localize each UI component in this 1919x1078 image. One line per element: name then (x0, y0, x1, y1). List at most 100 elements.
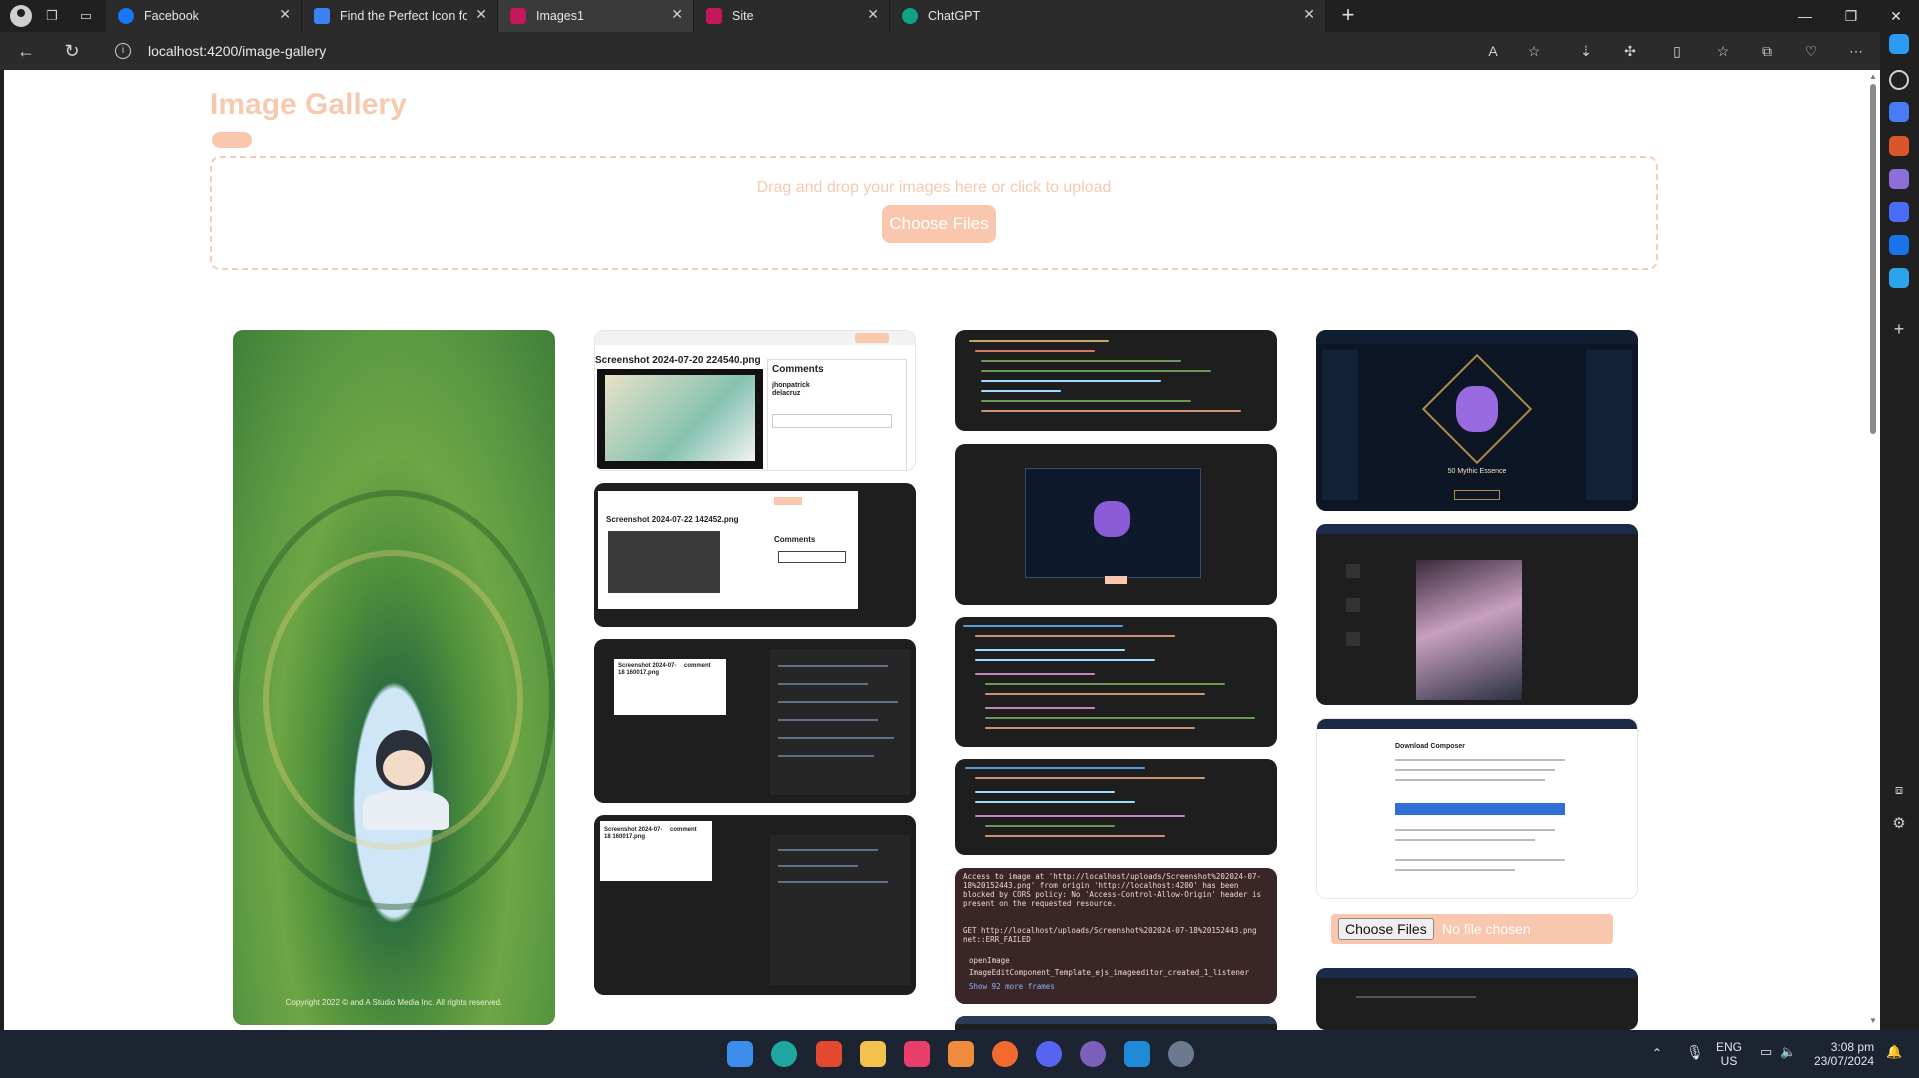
settings-icon[interactable] (1168, 1041, 1194, 1067)
xampp-icon[interactable] (948, 1041, 974, 1067)
vscode-icon[interactable] (1124, 1041, 1150, 1067)
shopping-icon[interactable] (1889, 102, 1909, 122)
more-menu-icon[interactable]: ⋯ (1846, 41, 1866, 61)
download-icon[interactable]: ⇣ (1576, 41, 1596, 61)
url-text[interactable]: localhost:4200/image-gallery (148, 43, 326, 59)
close-icon[interactable]: ✕ (279, 6, 291, 23)
back-button[interactable]: ← (14, 39, 38, 63)
favorite-star-icon[interactable]: ☆ (1524, 41, 1544, 61)
gallery-image-screenshot-3[interactable]: Screenshot 2024-07-18 160017.png comment (594, 639, 916, 803)
art-ring (233, 490, 555, 910)
address-bar[interactable]: i localhost:4200/image-gallery (105, 35, 1535, 67)
mock-header (1316, 330, 1638, 344)
scroll-thumb[interactable] (1870, 84, 1876, 434)
gallery-image-code-1[interactable] (955, 330, 1277, 431)
info-icon[interactable]: i (115, 43, 131, 59)
close-icon[interactable]: ✕ (671, 6, 683, 23)
minimize-button[interactable]: — (1782, 4, 1828, 28)
gallery-image-game-store[interactable]: 50 Mythic Essence (1316, 330, 1638, 511)
screenshot-icon[interactable]: ⧈ (1889, 780, 1909, 800)
windows-taskbar: ⌃ 🎙 ENG US ▭ 🔈 3:08 pm 23/07/2024 🔔 (0, 1030, 1919, 1078)
crystal-icon (1094, 501, 1130, 537)
gallery-image-artwork[interactable]: Copyright 2022 © and A Studio Media Inc.… (233, 330, 555, 1025)
extensions-icon[interactable]: ✣ (1620, 41, 1640, 61)
code-line (975, 777, 1205, 779)
close-icon[interactable]: ✕ (475, 6, 487, 23)
read-aloud-icon[interactable]: A (1483, 41, 1503, 61)
tab-actions-icon[interactable]: ▭ (76, 6, 96, 26)
split-screen-icon[interactable]: ▯ (1667, 41, 1687, 61)
shot-title: Screenshot 2024-07-18 160017.png (618, 663, 677, 676)
tab-site[interactable]: Site ✕ (694, 0, 890, 32)
mock-modal: Screenshot 2024-07-18 160017.png comment (600, 821, 712, 881)
brave-icon[interactable] (816, 1041, 842, 1067)
tab-facebook[interactable]: Facebook ✕ (106, 0, 302, 32)
upload-dropzone[interactable]: Drag and drop your images here or click … (210, 156, 1658, 270)
collections-icon[interactable]: ⧉ (1757, 41, 1777, 61)
clock[interactable]: 3:08 pm 23/07/2024 (1814, 1040, 1874, 1068)
games-icon[interactable] (1889, 169, 1909, 189)
copilot-icon[interactable] (1889, 34, 1909, 54)
add-icon[interactable]: + (1889, 319, 1909, 339)
region-text: US (1720, 1054, 1738, 1068)
settings-gear-icon[interactable]: ⚙ (1889, 814, 1909, 834)
workspaces-icon[interactable]: ❐ (42, 6, 62, 26)
shot-title: Screenshot 2024-07-20 224540.png (595, 355, 761, 366)
close-icon[interactable]: ✕ (867, 6, 879, 23)
file-explorer-icon[interactable] (860, 1041, 886, 1067)
mock-button (1105, 576, 1127, 584)
search-icon[interactable] (1889, 70, 1909, 90)
mock-header (1316, 968, 1638, 978)
github-desktop-icon[interactable] (1080, 1041, 1106, 1067)
gallery-image-screenshot-8[interactable] (1316, 968, 1638, 1030)
tools-icon[interactable] (1889, 136, 1909, 156)
profile-avatar[interactable] (10, 5, 32, 27)
gallery-image-screenshot-6[interactable] (955, 1016, 1277, 1030)
code-line (985, 835, 1165, 837)
scroll-up-icon[interactable]: ▲ (1868, 72, 1878, 82)
mock-line (1356, 996, 1476, 998)
page-scrollbar[interactable]: ▲ ▼ (1866, 70, 1880, 1030)
microphone-icon[interactable]: 🎙 (1686, 1044, 1704, 1061)
start-icon[interactable] (727, 1041, 753, 1067)
gallery-image-screenshot-1[interactable]: Screenshot 2024-07-20 224540.png Comment… (594, 330, 916, 471)
postman-icon[interactable] (992, 1041, 1018, 1067)
outlook-icon[interactable] (1889, 235, 1909, 255)
gallery-image-screenshot-4[interactable]: Screenshot 2024-07-18 160017.png comment (594, 815, 916, 995)
gallery-image-cors-error[interactable]: Access to image at 'http://localhost/upl… (955, 868, 1277, 1004)
file-input[interactable]: Choose Files No file chosen (1331, 914, 1613, 944)
tab-images1[interactable]: Images1 ✕ (498, 0, 694, 32)
gallery-image-code-2[interactable] (955, 617, 1277, 747)
new-tab-button[interactable]: + (1336, 4, 1360, 28)
scroll-down-icon[interactable]: ▼ (1868, 1016, 1878, 1026)
gallery-image-screenshot-2[interactable]: Screenshot 2024-07-22 142452.png Comment… (594, 483, 916, 627)
choose-files-input-button[interactable]: Choose Files (1338, 918, 1434, 940)
mock-photo (1416, 560, 1522, 700)
mock-sidebar (1322, 350, 1358, 500)
network-icon[interactable]: ▭ (1760, 1044, 1772, 1060)
browser-essentials-icon[interactable]: ♡ (1801, 41, 1821, 61)
chevron-up-icon[interactable]: ⌃ (1652, 1046, 1662, 1060)
language-indicator[interactable]: ENG US (1716, 1040, 1742, 1068)
edge-icon[interactable] (771, 1041, 797, 1067)
tab-chatgpt[interactable]: ChatGPT ✕ (890, 0, 1326, 32)
restore-button[interactable]: ❐ (1828, 4, 1874, 28)
volume-icon[interactable]: 🔈 (1780, 1044, 1796, 1060)
discord-icon[interactable] (1036, 1041, 1062, 1067)
title-pill-button[interactable] (212, 132, 252, 148)
notification-bell-icon[interactable]: 🔔 (1886, 1044, 1902, 1060)
microsoft365-icon[interactable] (1889, 202, 1909, 222)
close-icon[interactable]: ✕ (1303, 6, 1315, 23)
choose-files-button[interactable]: Choose Files (882, 205, 996, 243)
tiktok-icon[interactable] (904, 1041, 930, 1067)
close-window-button[interactable]: ✕ (1873, 4, 1919, 28)
gallery-image-screenshot-5[interactable] (955, 444, 1277, 605)
telegram-icon[interactable] (1889, 268, 1909, 288)
tab-find-icon[interactable]: Find the Perfect Icon for Your Pro ✕ (302, 0, 498, 32)
code-line (985, 727, 1195, 729)
refresh-button[interactable]: ↻ (60, 39, 84, 63)
gallery-image-docs[interactable]: Download Composer (1316, 718, 1638, 899)
favorites-icon[interactable]: ☆ (1713, 41, 1733, 61)
gallery-image-screenshot-7[interactable] (1316, 524, 1638, 705)
gallery-image-code-3[interactable] (955, 759, 1277, 855)
